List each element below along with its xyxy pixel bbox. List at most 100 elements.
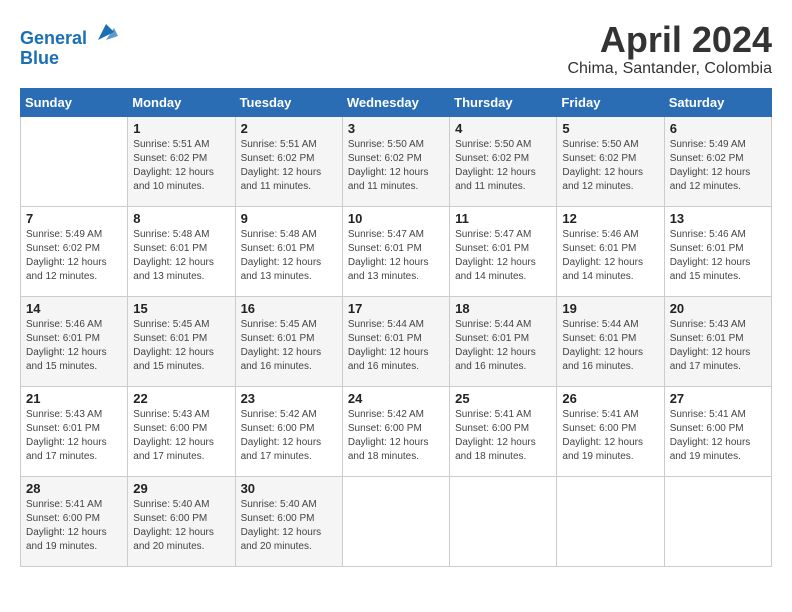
calendar-cell: 29Sunrise: 5:40 AM Sunset: 6:00 PM Dayli…	[128, 476, 235, 566]
calendar-cell	[664, 476, 771, 566]
day-number: 19	[562, 301, 658, 316]
day-detail: Sunrise: 5:47 AM Sunset: 6:01 PM Dayligh…	[455, 228, 551, 284]
day-detail: Sunrise: 5:47 AM Sunset: 6:01 PM Dayligh…	[348, 228, 444, 284]
day-detail: Sunrise: 5:44 AM Sunset: 6:01 PM Dayligh…	[455, 318, 551, 374]
calendar-cell: 4 Sunrise: 5:50 AM Sunset: 6:02 PM Daylig…	[450, 116, 557, 206]
calendar-cell: 1 Sunrise: 5:51 AM Sunset: 6:02 PM Daylig…	[128, 116, 235, 206]
calendar-cell: 6 Sunrise: 5:49 AM Sunset: 6:02 PM Daylig…	[664, 116, 771, 206]
calendar-week-row: 1 Sunrise: 5:51 AM Sunset: 6:02 PM Daylig…	[21, 116, 772, 206]
month-title: April 2024	[567, 20, 772, 60]
day-number: 23	[241, 391, 337, 406]
day-detail: Sunrise: 5:44 AM Sunset: 6:01 PM Dayligh…	[348, 318, 444, 374]
day-detail: Sunrise: 5:44 AM Sunset: 6:01 PM Dayligh…	[562, 318, 658, 374]
calendar-cell: 11 Sunrise: 5:47 AM Sunset: 6:01 PM Dayli…	[450, 206, 557, 296]
day-detail: Sunrise: 5:43 AM Sunset: 6:01 PM Dayligh…	[670, 318, 766, 374]
calendar-week-row: 14 Sunrise: 5:46 AM Sunset: 6:01 PM Dayli…	[21, 296, 772, 386]
calendar-week-row: 21 Sunrise: 5:43 AM Sunset: 6:01 PM Dayli…	[21, 386, 772, 476]
weekday-header: Wednesday	[342, 88, 449, 116]
day-detail: Sunrise: 5:40 AM Sunset: 6:00 PM Dayligh…	[241, 498, 337, 554]
day-number: 27	[670, 391, 766, 406]
calendar-cell: 25 Sunrise: 5:41 AM Sunset: 6:00 PM Dayli…	[450, 386, 557, 476]
logo-text: General	[20, 20, 118, 49]
day-number: 30	[241, 481, 337, 496]
day-number: 5	[562, 121, 658, 136]
day-number: 2	[241, 121, 337, 136]
day-detail: Sunrise: 5:50 AM Sunset: 6:02 PM Dayligh…	[348, 138, 444, 194]
calendar-cell: 9 Sunrise: 5:48 AM Sunset: 6:01 PM Daylig…	[235, 206, 342, 296]
day-detail: Sunrise: 5:41 AM Sunset: 6:00 PM Dayligh…	[670, 408, 766, 464]
day-detail: Sunrise: 5:48 AM Sunset: 6:01 PM Dayligh…	[133, 228, 229, 284]
calendar-cell: 3 Sunrise: 5:50 AM Sunset: 6:02 PM Daylig…	[342, 116, 449, 206]
day-number: 17	[348, 301, 444, 316]
calendar-cell: 10Sunrise: 5:47 AM Sunset: 6:01 PM Dayli…	[342, 206, 449, 296]
day-number: 4	[455, 121, 551, 136]
day-detail: Sunrise: 5:46 AM Sunset: 6:01 PM Dayligh…	[670, 228, 766, 284]
calendar-cell	[342, 476, 449, 566]
logo-icon	[94, 20, 118, 44]
calendar-cell: 26 Sunrise: 5:41 AM Sunset: 6:00 PM Dayli…	[557, 386, 664, 476]
day-number: 14	[26, 301, 122, 316]
day-detail: Sunrise: 5:49 AM Sunset: 6:02 PM Dayligh…	[670, 138, 766, 194]
day-detail: Sunrise: 5:50 AM Sunset: 6:02 PM Dayligh…	[455, 138, 551, 194]
calendar-cell: 16Sunrise: 5:45 AM Sunset: 6:01 PM Dayli…	[235, 296, 342, 386]
weekday-header: Friday	[557, 88, 664, 116]
calendar-cell: 23 Sunrise: 5:42 AM Sunset: 6:00 PM Dayli…	[235, 386, 342, 476]
logo: General Blue	[20, 20, 118, 69]
day-detail: Sunrise: 5:45 AM Sunset: 6:01 PM Dayligh…	[241, 318, 337, 374]
day-number: 22	[133, 391, 229, 406]
day-number: 29	[133, 481, 229, 496]
day-number: 3	[348, 121, 444, 136]
calendar-cell: 18 Sunrise: 5:44 AM Sunset: 6:01 PM Dayli…	[450, 296, 557, 386]
day-number: 20	[670, 301, 766, 316]
weekday-header: Sunday	[21, 88, 128, 116]
weekday-header: Saturday	[664, 88, 771, 116]
calendar-week-row: 28Sunrise: 5:41 AM Sunset: 6:00 PM Dayli…	[21, 476, 772, 566]
calendar-table: SundayMondayTuesdayWednesdayThursdayFrid…	[20, 88, 772, 567]
day-number: 12	[562, 211, 658, 226]
day-number: 15	[133, 301, 229, 316]
calendar-cell	[21, 116, 128, 206]
calendar-cell: 15 Sunrise: 5:45 AM Sunset: 6:01 PM Dayli…	[128, 296, 235, 386]
day-number: 18	[455, 301, 551, 316]
calendar-cell: 21 Sunrise: 5:43 AM Sunset: 6:01 PM Dayli…	[21, 386, 128, 476]
calendar-cell: 30 Sunrise: 5:40 AM Sunset: 6:00 PM Dayli…	[235, 476, 342, 566]
day-detail: Sunrise: 5:45 AM Sunset: 6:01 PM Dayligh…	[133, 318, 229, 374]
calendar-cell: 20 Sunrise: 5:43 AM Sunset: 6:01 PM Dayli…	[664, 296, 771, 386]
calendar-cell: 28Sunrise: 5:41 AM Sunset: 6:00 PM Dayli…	[21, 476, 128, 566]
day-detail: Sunrise: 5:51 AM Sunset: 6:02 PM Dayligh…	[241, 138, 337, 194]
calendar-cell: 14 Sunrise: 5:46 AM Sunset: 6:01 PM Dayli…	[21, 296, 128, 386]
day-detail: Sunrise: 5:46 AM Sunset: 6:01 PM Dayligh…	[26, 318, 122, 374]
day-detail: Sunrise: 5:41 AM Sunset: 6:00 PM Dayligh…	[562, 408, 658, 464]
day-detail: Sunrise: 5:43 AM Sunset: 6:00 PM Dayligh…	[133, 408, 229, 464]
title-block: April 2024 Chima, Santander, Colombia	[567, 20, 772, 78]
day-detail: Sunrise: 5:41 AM Sunset: 6:00 PM Dayligh…	[26, 498, 122, 554]
day-number: 26	[562, 391, 658, 406]
weekday-header-row: SundayMondayTuesdayWednesdayThursdayFrid…	[21, 88, 772, 116]
day-number: 24	[348, 391, 444, 406]
day-detail: Sunrise: 5:48 AM Sunset: 6:01 PM Dayligh…	[241, 228, 337, 284]
day-number: 11	[455, 211, 551, 226]
day-number: 21	[26, 391, 122, 406]
day-detail: Sunrise: 5:50 AM Sunset: 6:02 PM Dayligh…	[562, 138, 658, 194]
day-number: 9	[241, 211, 337, 226]
calendar-cell	[557, 476, 664, 566]
location: Chima, Santander, Colombia	[567, 60, 772, 78]
weekday-header: Thursday	[450, 88, 557, 116]
weekday-header: Monday	[128, 88, 235, 116]
calendar-week-row: 7Sunrise: 5:49 AM Sunset: 6:02 PM Daylig…	[21, 206, 772, 296]
calendar-cell: 13 Sunrise: 5:46 AM Sunset: 6:01 PM Dayli…	[664, 206, 771, 296]
day-number: 25	[455, 391, 551, 406]
day-number: 1	[133, 121, 229, 136]
day-detail: Sunrise: 5:41 AM Sunset: 6:00 PM Dayligh…	[455, 408, 551, 464]
weekday-header: Tuesday	[235, 88, 342, 116]
day-number: 13	[670, 211, 766, 226]
calendar-cell: 7Sunrise: 5:49 AM Sunset: 6:02 PM Daylig…	[21, 206, 128, 296]
calendar-cell: 8 Sunrise: 5:48 AM Sunset: 6:01 PM Daylig…	[128, 206, 235, 296]
calendar-cell: 24Sunrise: 5:42 AM Sunset: 6:00 PM Dayli…	[342, 386, 449, 476]
page-header: General Blue April 2024 Chima, Santander…	[20, 20, 772, 78]
day-detail: Sunrise: 5:51 AM Sunset: 6:02 PM Dayligh…	[133, 138, 229, 194]
day-detail: Sunrise: 5:42 AM Sunset: 6:00 PM Dayligh…	[241, 408, 337, 464]
day-number: 6	[670, 121, 766, 136]
day-number: 8	[133, 211, 229, 226]
day-detail: Sunrise: 5:43 AM Sunset: 6:01 PM Dayligh…	[26, 408, 122, 464]
